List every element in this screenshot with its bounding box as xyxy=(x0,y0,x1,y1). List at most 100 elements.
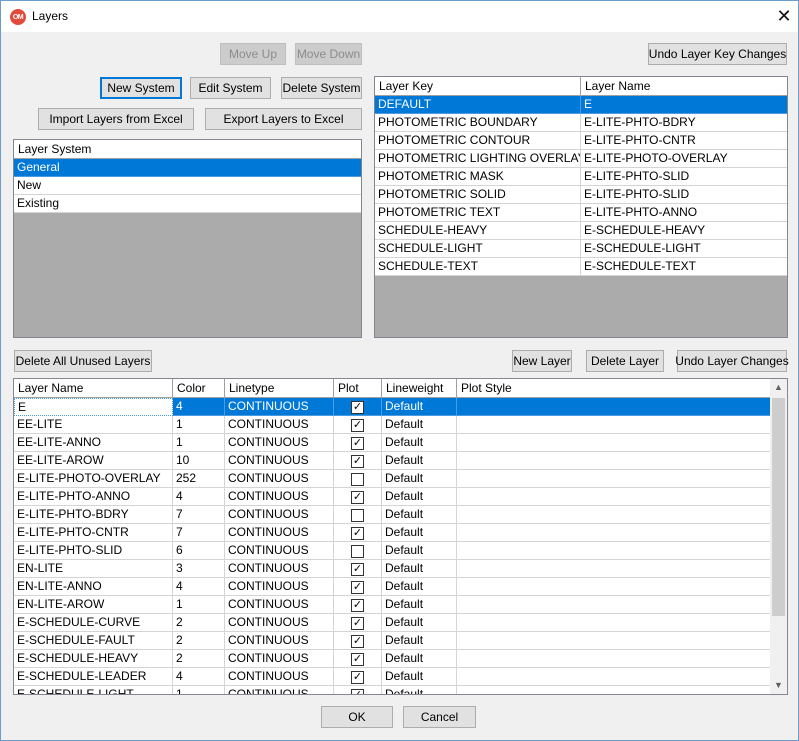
layer-key-cell[interactable]: PHOTOMETRIC CONTOUR xyxy=(375,132,581,150)
layer-key-row[interactable]: DEFAULT E xyxy=(375,96,787,114)
layer-name-cell[interactable]: E-LITE-PHTO-ANNO xyxy=(14,488,173,506)
color-cell[interactable]: 252 xyxy=(173,470,225,488)
color-cell[interactable]: 2 xyxy=(173,614,225,632)
move-down-button[interactable]: Move Down xyxy=(295,43,362,65)
layer-key-cell[interactable]: SCHEDULE-LIGHT xyxy=(375,240,581,258)
layer-row[interactable]: EN-LITE 3 CONTINUOUS ✓ Default xyxy=(14,560,770,578)
layer-name-cell[interactable]: E-LITE-PHTO-BDRY xyxy=(581,114,787,132)
plot-style-cell[interactable] xyxy=(457,578,770,596)
plot-checkbox[interactable]: ✓ xyxy=(351,419,364,432)
layer-name-cell[interactable]: E-LITE-PHTO-ANNO xyxy=(581,204,787,222)
lineweight-cell[interactable]: Default xyxy=(382,542,457,560)
color-cell[interactable]: 4 xyxy=(173,668,225,686)
chevron-up-icon[interactable]: ▲ xyxy=(770,379,787,396)
linetype-cell[interactable]: CONTINUOUS xyxy=(225,488,334,506)
lineweight-cell[interactable]: Default xyxy=(382,632,457,650)
color-cell[interactable]: 3 xyxy=(173,560,225,578)
plot-style-cell[interactable] xyxy=(457,614,770,632)
plot-checkbox[interactable]: ✓ xyxy=(351,617,364,630)
layer-name-cell[interactable]: E-SCHEDULE-HEAVY xyxy=(581,222,787,240)
layer-system-row[interactable]: General xyxy=(14,159,361,177)
lineweight-cell[interactable]: Default xyxy=(382,524,457,542)
layer-key-cell[interactable]: SCHEDULE-HEAVY xyxy=(375,222,581,240)
layer-row[interactable]: EN-LITE-AROW 1 CONTINUOUS ✓ Default xyxy=(14,596,770,614)
layer-name-cell[interactable]: EE-LITE-ANNO xyxy=(14,434,173,452)
new-layer-button[interactable]: New Layer xyxy=(512,350,572,372)
layer-key-row[interactable]: PHOTOMETRIC BOUNDARY E-LITE-PHTO-BDRY xyxy=(375,114,787,132)
column-header-layer-system[interactable]: Layer System xyxy=(14,140,361,158)
plot-style-cell[interactable] xyxy=(457,434,770,452)
layer-name-cell[interactable]: EN-LITE xyxy=(14,560,173,578)
layer-name-cell[interactable]: E-SCHEDULE-HEAVY xyxy=(14,650,173,668)
plot-style-cell[interactable] xyxy=(457,524,770,542)
lineweight-cell[interactable]: Default xyxy=(382,488,457,506)
layer-system-row[interactable]: Existing xyxy=(14,195,361,213)
linetype-cell[interactable]: CONTINUOUS xyxy=(225,596,334,614)
layer-name-cell[interactable]: E xyxy=(14,398,173,416)
column-header-layer-name[interactable]: Layer Name xyxy=(581,77,787,95)
lineweight-cell[interactable]: Default xyxy=(382,668,457,686)
new-system-button[interactable]: New System xyxy=(100,77,182,99)
lineweight-cell[interactable]: Default xyxy=(382,578,457,596)
layer-key-cell[interactable]: DEFAULT xyxy=(375,96,581,114)
linetype-cell[interactable]: CONTINUOUS xyxy=(225,614,334,632)
layer-key-row[interactable]: PHOTOMETRIC CONTOUR E-LITE-PHTO-CNTR xyxy=(375,132,787,150)
plot-style-cell[interactable] xyxy=(457,668,770,686)
undo-layer-key-changes-button[interactable]: Undo Layer Key Changes xyxy=(648,43,787,65)
color-cell[interactable]: 10 xyxy=(173,452,225,470)
color-cell[interactable]: 4 xyxy=(173,398,225,416)
plot-checkbox[interactable]: ✓ xyxy=(351,581,364,594)
lineweight-cell[interactable]: Default xyxy=(382,614,457,632)
layer-key-row[interactable]: SCHEDULE-HEAVY E-SCHEDULE-HEAVY xyxy=(375,222,787,240)
layer-key-cell[interactable]: PHOTOMETRIC TEXT xyxy=(375,204,581,222)
layer-name-cell[interactable]: E-SCHEDULE-CURVE xyxy=(14,614,173,632)
plot-checkbox[interactable]: ✓ xyxy=(351,437,364,450)
move-up-button[interactable]: Move Up xyxy=(220,43,286,65)
layer-row[interactable]: EN-LITE-ANNO 4 CONTINUOUS ✓ Default xyxy=(14,578,770,596)
layer-key-cell[interactable]: SCHEDULE-TEXT xyxy=(375,258,581,276)
layer-key-cell[interactable]: PHOTOMETRIC SOLID xyxy=(375,186,581,204)
layer-name-cell[interactable]: E-LITE-PHOTO-OVERLAY xyxy=(14,470,173,488)
edit-system-button[interactable]: Edit System xyxy=(190,77,271,99)
layer-row[interactable]: E-LITE-PHTO-BDRY 7 CONTINUOUS Default xyxy=(14,506,770,524)
lineweight-cell[interactable]: Default xyxy=(382,470,457,488)
plot-style-cell[interactable] xyxy=(457,470,770,488)
layer-name-cell[interactable]: E xyxy=(581,96,787,114)
layer-key-row[interactable]: SCHEDULE-LIGHT E-SCHEDULE-LIGHT xyxy=(375,240,787,258)
layer-key-cell[interactable]: PHOTOMETRIC BOUNDARY xyxy=(375,114,581,132)
plot-checkbox[interactable]: ✓ xyxy=(351,455,364,468)
layer-row[interactable]: E-LITE-PHTO-ANNO 4 CONTINUOUS ✓ Default xyxy=(14,488,770,506)
layer-name-cell[interactable]: E-LITE-PHTO-CNTR xyxy=(14,524,173,542)
layer-name-cell[interactable]: E-SCHEDULE-LEADER xyxy=(14,668,173,686)
plot-checkbox[interactable]: ✓ xyxy=(351,401,364,414)
color-cell[interactable]: 1 xyxy=(173,416,225,434)
plot-style-cell[interactable] xyxy=(457,542,770,560)
plot-checkbox[interactable]: ✓ xyxy=(351,491,364,504)
import-layers-button[interactable]: Import Layers from Excel xyxy=(38,108,194,130)
plot-checkbox[interactable]: ✓ xyxy=(351,689,364,694)
linetype-cell[interactable]: CONTINUOUS xyxy=(225,506,334,524)
layer-key-row[interactable]: PHOTOMETRIC SOLID E-LITE-PHTO-SLID xyxy=(375,186,787,204)
linetype-cell[interactable]: CONTINUOUS xyxy=(225,524,334,542)
linetype-cell[interactable]: CONTINUOUS xyxy=(225,470,334,488)
linetype-cell[interactable]: CONTINUOUS xyxy=(225,398,334,416)
layer-key-row[interactable]: PHOTOMETRIC MASK E-LITE-PHTO-SLID xyxy=(375,168,787,186)
color-cell[interactable]: 4 xyxy=(173,578,225,596)
color-cell[interactable]: 7 xyxy=(173,506,225,524)
lineweight-cell[interactable]: Default xyxy=(382,686,457,694)
chevron-down-icon[interactable]: ▼ xyxy=(770,677,787,694)
plot-checkbox[interactable] xyxy=(351,509,364,522)
lineweight-cell[interactable]: Default xyxy=(382,506,457,524)
linetype-cell[interactable]: CONTINUOUS xyxy=(225,668,334,686)
plot-checkbox[interactable]: ✓ xyxy=(351,599,364,612)
layer-row[interactable]: E-LITE-PHOTO-OVERLAY 252 CONTINUOUS Default xyxy=(14,470,770,488)
ok-button[interactable]: OK xyxy=(321,706,393,728)
plot-style-cell[interactable] xyxy=(457,650,770,668)
layer-row[interactable]: EE-LITE-AROW 10 CONTINUOUS ✓ Default xyxy=(14,452,770,470)
linetype-cell[interactable]: CONTINUOUS xyxy=(225,650,334,668)
linetype-cell[interactable]: CONTINUOUS xyxy=(225,632,334,650)
layer-name-cell[interactable]: EE-LITE xyxy=(14,416,173,434)
layer-row[interactable]: E 4 CONTINUOUS ✓ Default xyxy=(14,398,770,416)
column-header-linetype[interactable]: Linetype xyxy=(225,379,334,397)
layer-key-row[interactable]: PHOTOMETRIC LIGHTING OVERLAY E-LITE-PHOTO… xyxy=(375,150,787,168)
